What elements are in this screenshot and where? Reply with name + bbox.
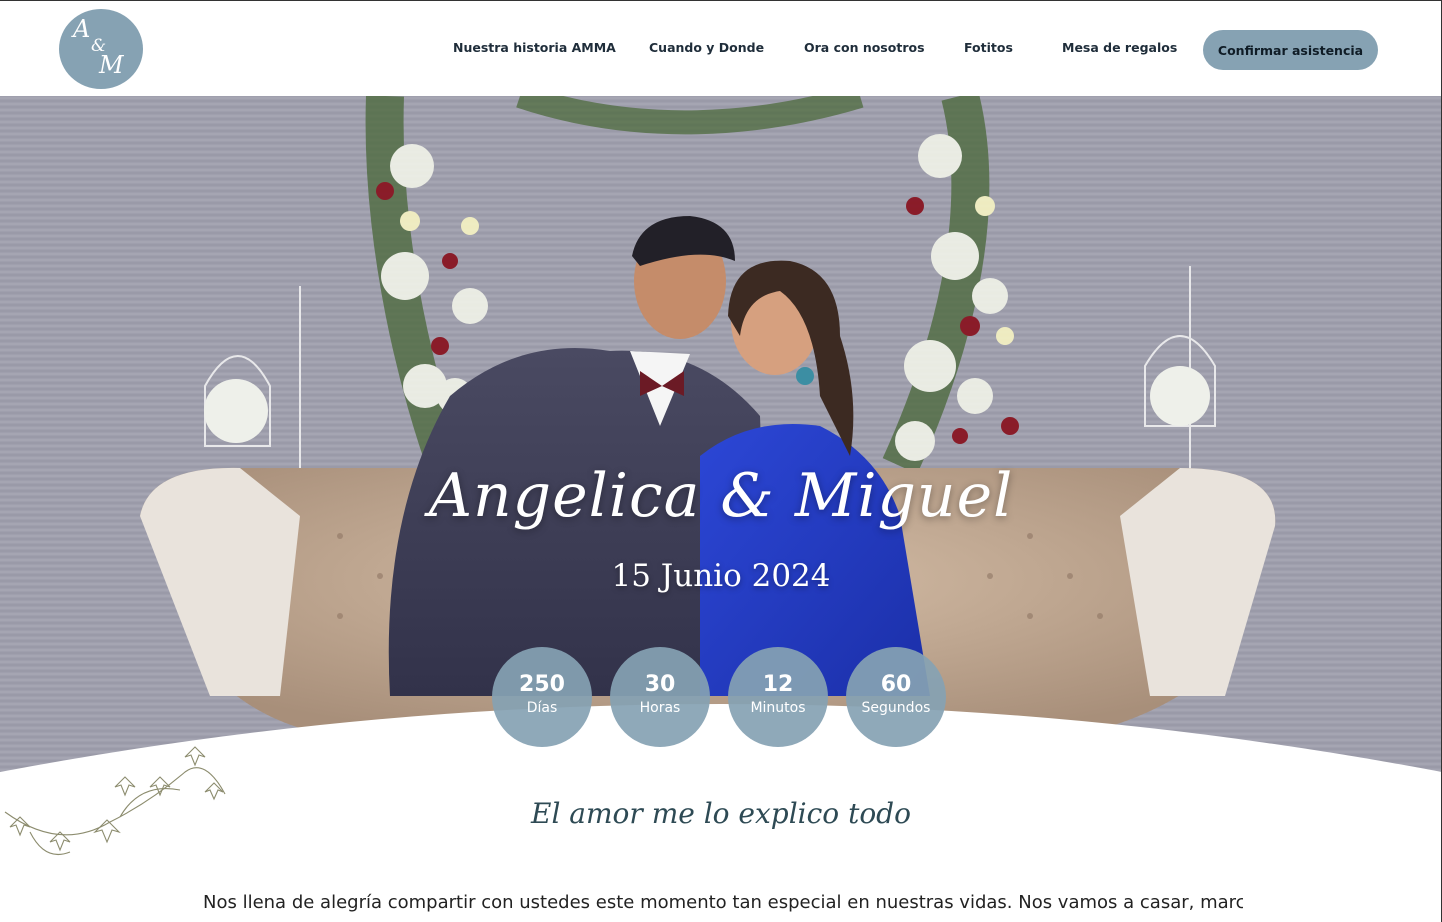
confirm-attendance-button[interactable]: Confirmar asistencia — [1203, 30, 1378, 70]
wedding-date: 15 Junio 2024 — [611, 558, 831, 594]
tagline: El amor me lo explico todo — [531, 797, 911, 830]
couple-names: Angelica & Miguel — [428, 461, 1014, 531]
nav-link-ora-con-nosotros[interactable]: Ora con nosotros — [804, 40, 925, 55]
countdown-hours-label: Horas — [639, 700, 681, 716]
countdown-days-label: Días — [526, 700, 558, 716]
countdown-days: 250 Días — [492, 647, 592, 747]
countdown-days-value: 250 — [519, 672, 565, 697]
intro-paragraph: Nos llena de alegría compartir con usted… — [203, 892, 1243, 913]
nav-link-cuando-y-donde[interactable]: Cuando y Donde — [649, 40, 764, 55]
nav-link-mesa-de-regalos[interactable]: Mesa de regalos — [1062, 40, 1177, 55]
countdown-seconds-label: Segundos — [861, 700, 931, 716]
countdown-hours-value: 30 — [644, 672, 676, 697]
countdown-hours: 30 Horas — [610, 647, 710, 747]
site-header: A & M Nuestra historia AMMA Cuando y Don… — [0, 0, 1442, 96]
main-nav: Nuestra historia AMMA Cuando y Donde Ora… — [0, 1, 1441, 97]
nav-link-nuestra-historia[interactable]: Nuestra historia AMMA — [453, 40, 616, 55]
countdown-seconds: 60 Segundos — [846, 647, 946, 747]
countdown-minutes-value: 12 — [762, 672, 794, 697]
countdown-timer: 250 Días 30 Horas 12 Minutos 60 Segundos — [0, 647, 1442, 747]
countdown-seconds-value: 60 — [880, 672, 912, 697]
countdown-minutes: 12 Minutos — [728, 647, 828, 747]
countdown-minutes-label: Minutos — [750, 700, 806, 716]
nav-link-fotitos[interactable]: Fotitos — [964, 40, 1013, 55]
